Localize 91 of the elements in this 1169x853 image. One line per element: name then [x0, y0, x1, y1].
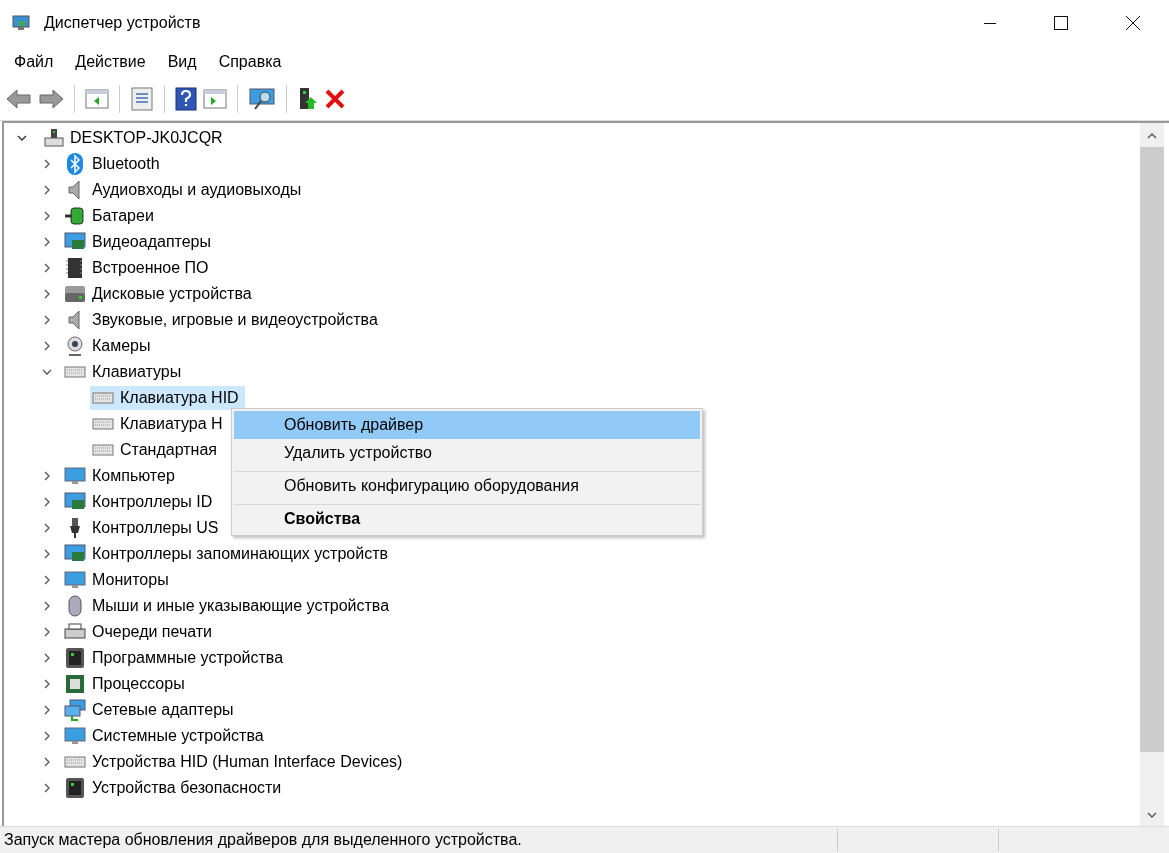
keyboard-icon [92, 391, 114, 405]
chevron-right-icon[interactable] [42, 627, 52, 637]
battery-icon [64, 205, 86, 227]
chevron-right-icon[interactable] [42, 289, 52, 299]
chevron-down-icon[interactable] [42, 367, 52, 377]
context-menu-item[interactable]: Обновить драйвер [234, 411, 700, 439]
cpu-icon [64, 673, 86, 695]
chevron-right-icon[interactable] [42, 263, 52, 273]
tree-item[interactable]: Мыши и иные указывающие устройства [92, 597, 390, 615]
forward-arrow-icon[interactable] [38, 88, 64, 110]
window-title: Диспетчер устройств [44, 14, 201, 32]
chevron-right-icon[interactable] [42, 757, 52, 767]
chevron-right-icon[interactable] [42, 549, 52, 559]
monitor-icon [64, 725, 86, 747]
properties-icon[interactable] [130, 87, 154, 111]
back-arrow-icon[interactable] [6, 88, 32, 110]
tree-item[interactable]: Bluetooth [92, 155, 160, 173]
chevron-right-icon[interactable] [42, 783, 52, 793]
tree-item[interactable]: Камеры [92, 337, 151, 355]
chevron-right-icon[interactable] [42, 471, 52, 481]
tree-item[interactable]: Дисковые устройства [92, 285, 252, 303]
tree-item[interactable]: Звуковые, игровые и видеоустройства [92, 311, 378, 329]
status-text: Запуск мастера обновления драйверов для выделенного устройства. [4, 831, 523, 849]
tree-item[interactable]: Системные устройства [92, 727, 264, 745]
panel-icon[interactable] [203, 88, 227, 110]
chevron-right-icon[interactable] [42, 653, 52, 663]
device-icon [64, 647, 86, 669]
tree-item[interactable]: Контроллеры запоминающих устройств [92, 545, 388, 563]
tree-item[interactable]: Устройства безопасности [92, 779, 282, 797]
tree-item[interactable]: Контроллеры ID [92, 493, 213, 511]
webcam-icon [64, 335, 86, 357]
tree-item[interactable]: Очереди печати [92, 623, 213, 641]
chevron-right-icon[interactable] [42, 497, 52, 507]
chevron-right-icon[interactable] [42, 159, 52, 169]
app-icon [12, 14, 30, 32]
chevron-right-icon[interactable] [42, 523, 52, 533]
help-icon[interactable] [175, 87, 197, 111]
chevron-right-icon[interactable] [42, 315, 52, 325]
monitor-icon [64, 465, 86, 487]
tree-item-label: Стандартная [120, 441, 217, 459]
tree-item[interactable]: DESKTOP-JK0JCQR [70, 129, 223, 147]
chevron-down-icon[interactable] [17, 133, 27, 143]
chevron-right-icon[interactable] [42, 679, 52, 689]
monitor-icon [64, 569, 86, 591]
tree-item[interactable]: Аудиовходы и аудиовыходы [92, 181, 302, 199]
chevron-right-icon[interactable] [42, 705, 52, 715]
context-menu-item[interactable]: Удалить устройство [234, 439, 700, 467]
tree-item-label: Клавиатура H [120, 415, 223, 433]
tree-item[interactable]: Процессоры [92, 675, 185, 693]
tree-item[interactable]: Компьютер [92, 467, 175, 485]
context-menu-item[interactable]: Обновить конфигурацию оборудования [234, 471, 700, 500]
device-update-icon[interactable] [297, 87, 319, 111]
menu-item[interactable]: Справка [210, 53, 290, 71]
computer-icon [44, 128, 64, 148]
menu-item[interactable]: Действие [67, 53, 154, 71]
tree-item[interactable]: Устройства HID (Human Interface Devices) [92, 753, 403, 771]
keyboard-icon [92, 417, 114, 431]
delete-icon[interactable] [325, 89, 345, 109]
selected-tree-item[interactable]: Клавиатура HID [90, 386, 245, 410]
tree-item[interactable]: Программные устройства [92, 649, 284, 667]
maximize-icon[interactable] [1054, 16, 1068, 30]
chevron-right-icon[interactable] [42, 601, 52, 611]
tree-item-label: Клавиатура HID [120, 389, 239, 407]
close-icon[interactable] [1126, 16, 1140, 30]
monitor-search-icon[interactable] [248, 87, 276, 111]
context-menu-item[interactable]: Свойства [234, 504, 700, 533]
chevron-right-icon[interactable] [42, 185, 52, 195]
tree-item[interactable]: Клавиатуры [92, 363, 182, 381]
tree-item[interactable]: Клавиатура H [90, 412, 229, 436]
chevron-right-icon[interactable] [42, 731, 52, 741]
menu-item[interactable]: Вид [159, 53, 205, 71]
chevron-right-icon[interactable] [42, 575, 52, 585]
tree-item[interactable]: Встроенное ПО [92, 259, 209, 277]
chevron-right-icon[interactable] [42, 211, 52, 221]
tree-item[interactable]: Контроллеры US [92, 519, 219, 537]
scroll-down-icon[interactable] [1147, 812, 1157, 818]
tree-item[interactable]: Стандартная [90, 438, 223, 462]
tree-item[interactable]: Сетевые адаптеры [92, 701, 234, 719]
panel-icon[interactable] [85, 88, 109, 110]
tree-item[interactable]: Батареи [92, 207, 154, 225]
keyboard-icon [92, 443, 114, 457]
menu-item[interactable]: Файл [6, 53, 62, 71]
chevron-right-icon[interactable] [42, 341, 52, 351]
network-icon [64, 699, 86, 721]
device-icon [64, 777, 86, 799]
tree-item[interactable]: Мониторы [92, 571, 169, 589]
scroll-up-icon[interactable] [1147, 133, 1157, 139]
chevron-right-icon[interactable] [42, 237, 52, 247]
drive-icon [64, 283, 86, 305]
tree-item[interactable]: Видеоадаптеры [92, 233, 211, 251]
bluetooth-icon [64, 153, 86, 175]
